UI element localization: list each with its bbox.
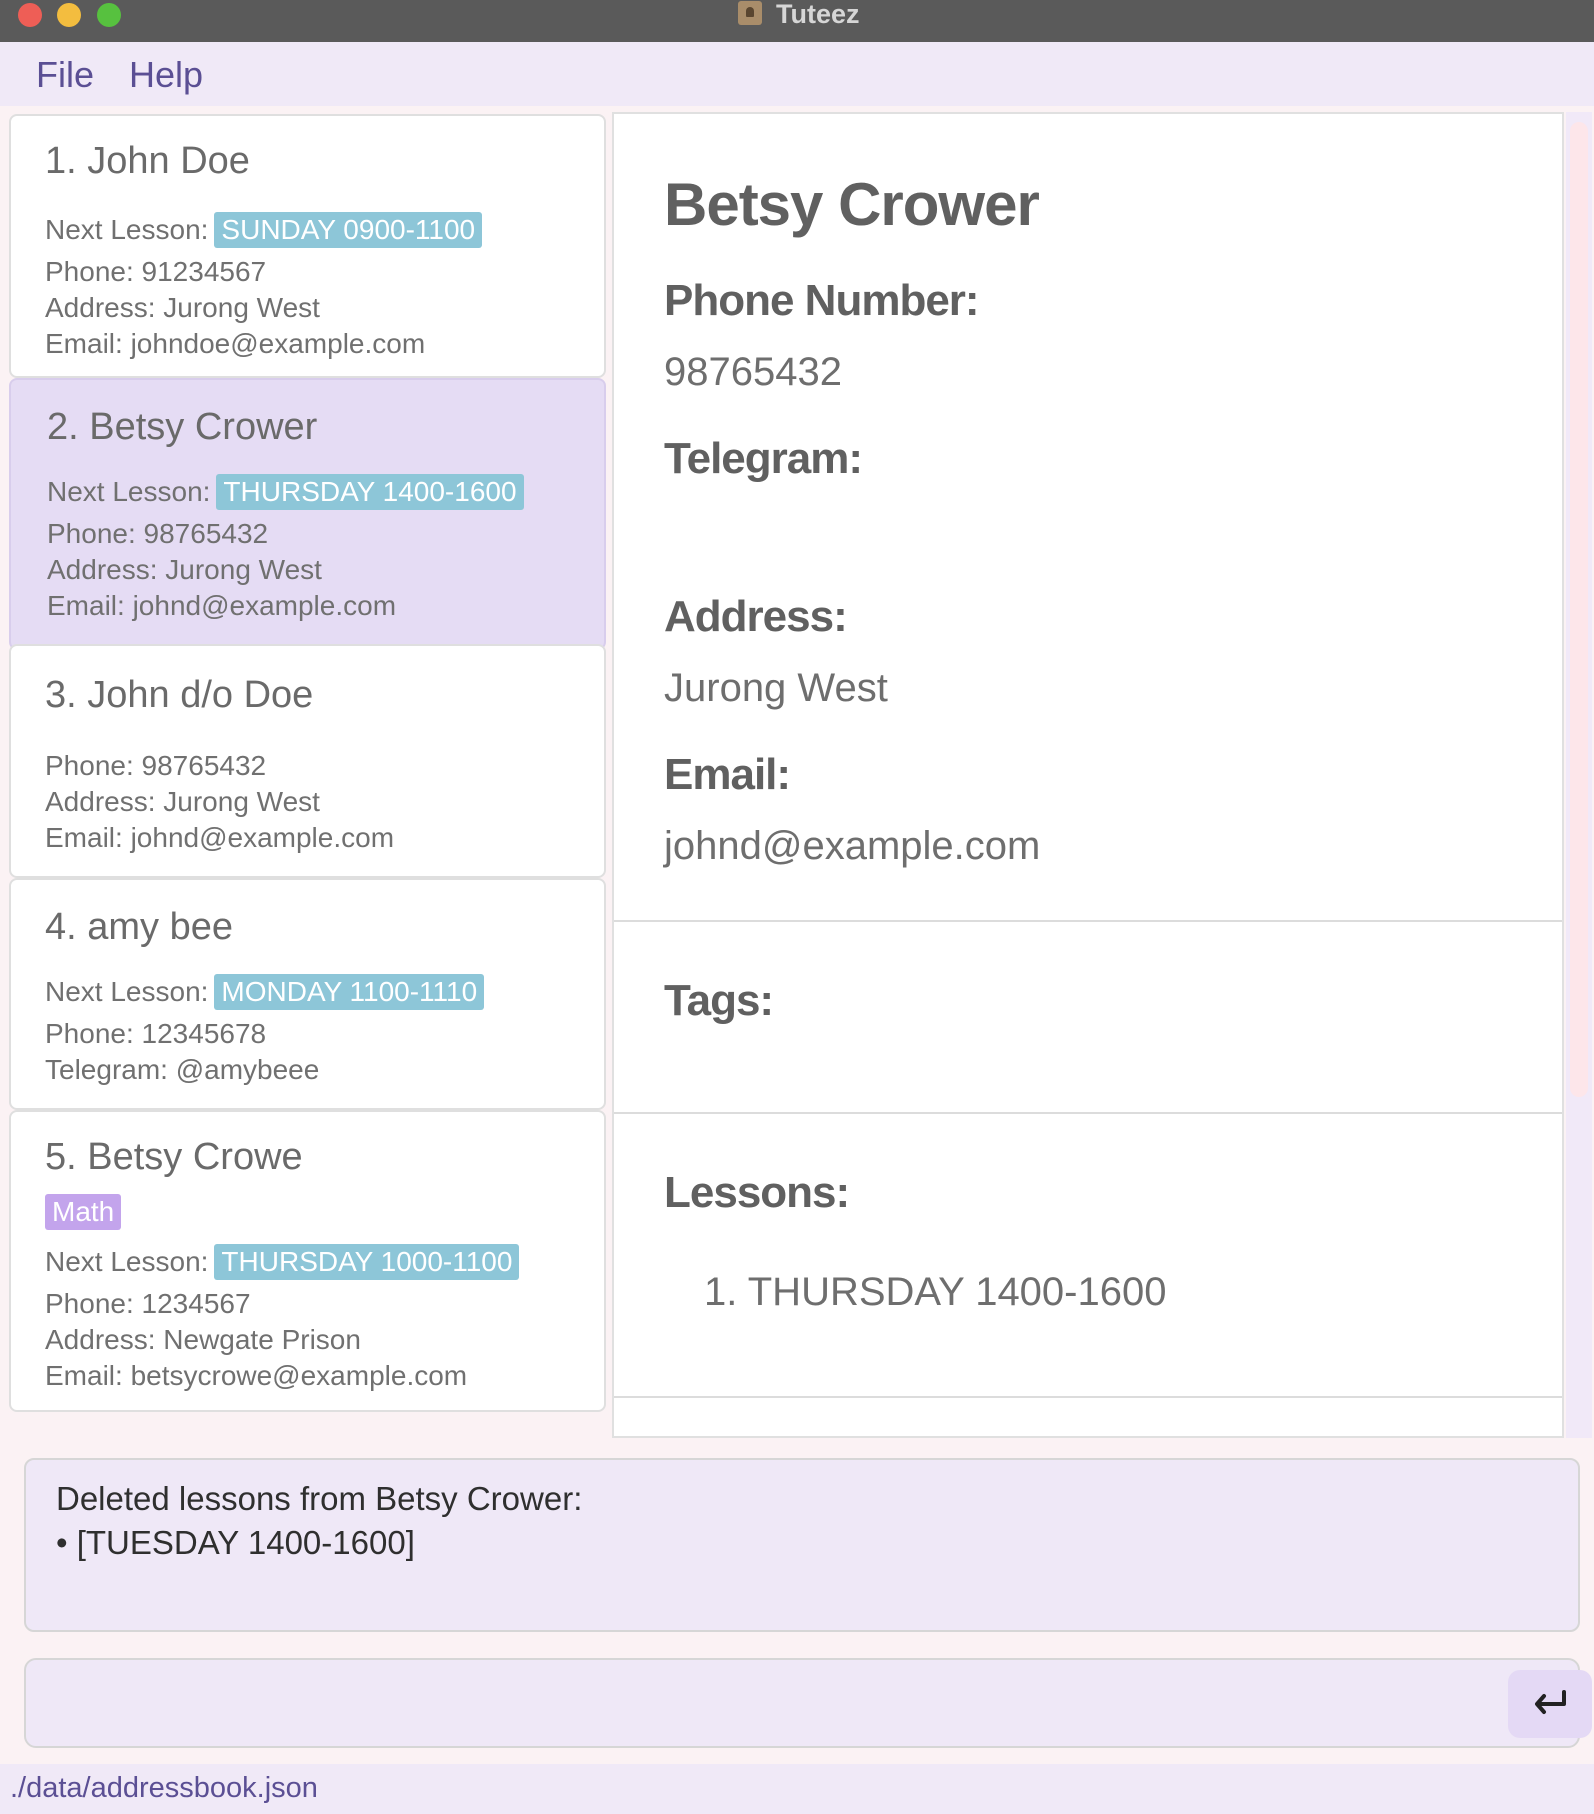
lesson-badge: MONDAY 1100-1110 (214, 974, 485, 1010)
person-name: 2. Betsy Crower (47, 406, 318, 448)
detail-email-label: Email: (664, 750, 791, 799)
person-address: Address: Jurong West (45, 786, 320, 817)
close-window-button[interactable] (18, 3, 42, 27)
person-address: Address: Jurong West (45, 292, 320, 323)
detail-divider (614, 920, 1562, 922)
next-lesson-label: Next Lesson: (47, 476, 211, 507)
save-location: ./data/addressbook.json (10, 1772, 318, 1804)
detail-address: Jurong West (664, 666, 888, 710)
person-address: Address: Jurong West (47, 554, 322, 585)
person-detail-panel: Betsy Crower Phone Number: 98765432 Tele… (612, 112, 1564, 1438)
person-list: 1. John Doe Next Lesson: SUNDAY 0900-1100… (0, 106, 616, 1440)
person-phone: Phone: 98765432 (45, 750, 267, 781)
detail-name: Betsy Crower (664, 171, 1040, 238)
person-address: Address: Newgate Prison (45, 1324, 361, 1355)
tag-badge: Math (45, 1194, 122, 1230)
person-card-selected[interactable]: 2. Betsy Crower Next Lesson: THURSDAY 140… (9, 378, 606, 650)
person-card[interactable]: 1. John Doe Next Lesson: SUNDAY 0900-1100… (9, 114, 606, 378)
result-line: • [TUESDAY 1400-1600] (56, 1524, 415, 1561)
person-email: Email: johndoe@example.com (45, 328, 426, 359)
next-lesson-label: Next Lesson: (45, 214, 209, 245)
person-phone: Phone: 12345678 (45, 1018, 267, 1049)
next-lesson-row: Next Lesson: THURSDAY 1000-1100 (45, 1244, 520, 1280)
command-input[interactable] (46, 1676, 1490, 1732)
enter-arrow-icon (1535, 1690, 1566, 1714)
lesson-badge: THURSDAY 1400-1600 (216, 474, 524, 510)
detail-telegram-label: Telegram: (664, 434, 863, 483)
maximize-window-button[interactable] (97, 3, 121, 27)
detail-email: johnd@example.com (664, 824, 1041, 868)
person-phone: Phone: 1234567 (45, 1288, 251, 1319)
lesson-badge: THURSDAY 1000-1100 (214, 1244, 520, 1280)
person-email: Email: johnd@example.com (47, 590, 397, 621)
title-bar: Tuteez (0, 0, 1594, 43)
detail-lesson-item: 1. THURSDAY 1400-1600 (704, 1270, 1167, 1314)
window-title: Tuteez (776, 0, 860, 29)
detail-phone: 98765432 (664, 350, 842, 394)
detail-scrollbar[interactable] (1566, 112, 1592, 1438)
status-bar: ./data/addressbook.json (0, 1764, 1594, 1814)
person-name: 5. Betsy Crowe (45, 1136, 303, 1178)
menu-file[interactable]: File (36, 54, 94, 96)
minimize-window-button[interactable] (57, 3, 81, 27)
menu-help[interactable]: Help (129, 54, 203, 96)
result-line: Deleted lessons from Betsy Crower: (56, 1480, 583, 1517)
person-phone: Phone: 91234567 (45, 256, 267, 287)
enter-button[interactable] (1508, 1670, 1592, 1738)
detail-address-label: Address: (664, 592, 848, 641)
person-card[interactable]: 3. John d/o Doe Phone: 98765432 Address:… (9, 644, 606, 878)
person-card[interactable]: 5. Betsy Crowe Math Next Lesson: THURSDAY… (9, 1110, 606, 1412)
next-lesson-row: Next Lesson: MONDAY 1100-1110 (45, 974, 485, 1010)
person-card[interactable]: 4. amy bee Next Lesson: MONDAY 1100-1110 … (9, 878, 606, 1110)
detail-phone-label: Phone Number: (664, 276, 980, 325)
next-lesson-row: Next Lesson: THURSDAY 1400-1600 (47, 474, 524, 510)
result-display: Deleted lessons from Betsy Crower: • [TU… (24, 1458, 1580, 1632)
app-icon (738, 1, 762, 25)
command-box (24, 1658, 1592, 1748)
person-name: 1. John Doe (45, 140, 250, 182)
person-name: 4. amy bee (45, 906, 233, 948)
detail-divider (614, 1112, 1562, 1114)
lesson-badge: SUNDAY 0900-1100 (214, 212, 483, 248)
person-phone: Phone: 98765432 (47, 518, 269, 549)
menu-bar (0, 42, 1594, 106)
person-telegram: Telegram: @amybeee (45, 1054, 320, 1085)
person-email: Email: betsycrowe@example.com (45, 1360, 468, 1391)
detail-lessons-label: Lessons: (664, 1168, 850, 1217)
person-email: Email: johnd@example.com (45, 822, 395, 853)
scrollbar-thumb[interactable] (1570, 122, 1588, 1097)
person-name: 3. John d/o Doe (45, 674, 314, 716)
next-lesson-label: Next Lesson: (45, 1246, 209, 1277)
next-lesson-row: Next Lesson: SUNDAY 0900-1100 (45, 212, 483, 248)
detail-divider (614, 1396, 1562, 1398)
detail-tags-label: Tags: (664, 976, 774, 1025)
next-lesson-label: Next Lesson: (45, 976, 209, 1007)
